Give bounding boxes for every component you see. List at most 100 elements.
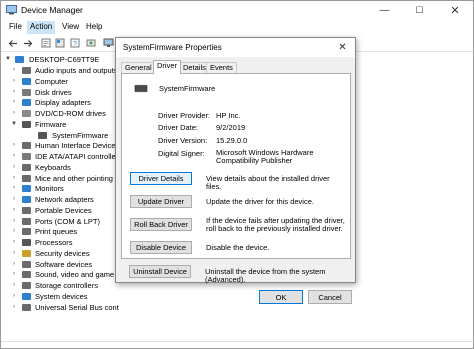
chevron-right-icon[interactable]: ›: [10, 249, 18, 258]
tree-item[interactable]: › Software devices: [1, 260, 131, 269]
tree-item[interactable]: › Audio inputs and outputs: [1, 66, 131, 75]
display-icon: [22, 99, 31, 107]
back-arrow-icon[interactable]: [6, 37, 19, 49]
chevron-right-icon[interactable]: ›: [10, 184, 18, 193]
chevron-right-icon[interactable]: ›: [10, 206, 18, 215]
chevron-right-icon[interactable]: ›: [10, 66, 18, 75]
help-icon[interactable]: ?: [68, 37, 81, 49]
chevron-right-icon[interactable]: ›: [10, 303, 18, 312]
tree-item[interactable]: › Display adapters: [1, 98, 131, 107]
chevron-right-icon[interactable]: ›: [10, 270, 18, 279]
chevron-right-icon[interactable]: ›: [10, 109, 18, 118]
forward-arrow-icon[interactable]: [21, 37, 34, 49]
tree-item[interactable]: › Print queues: [1, 227, 131, 236]
chevron-right-icon[interactable]: ›: [10, 77, 18, 86]
chevron-right-icon[interactable]: ›: [10, 152, 18, 161]
chevron-right-icon[interactable]: ›: [10, 292, 18, 301]
roll-back-driver-button[interactable]: Roll Back Driver: [130, 218, 192, 231]
firmware-icon: [22, 120, 31, 128]
printer-icon: [22, 228, 31, 236]
window-title: Device Manager: [21, 5, 83, 15]
properties-dialog: SystemFirmware Properties ✕ General Driv…: [115, 37, 356, 304]
tree-item[interactable]: › IDE ATA/ATAPI controller: [1, 152, 131, 161]
digital-signer-value: Microsoft Windows Hardware Compatibility…: [216, 148, 314, 165]
tree-item[interactable]: › Storage controllers: [1, 281, 131, 290]
update-driver-icon[interactable]: [84, 37, 97, 49]
tab-driver[interactable]: Driver: [153, 60, 181, 74]
driver-provider-label: Driver Provider:: [158, 111, 211, 120]
tree-item-label: SystemFirmware: [52, 130, 109, 140]
system-icon: [22, 292, 31, 300]
chevron-down-icon[interactable]: ▼: [4, 55, 12, 64]
tree-item[interactable]: › Processors: [1, 238, 131, 247]
sound-icon: [22, 271, 31, 279]
chevron-right-icon[interactable]: ›: [10, 141, 18, 150]
chevron-right-icon[interactable]: ›: [10, 260, 18, 269]
driver-date-label: Driver Date:: [158, 123, 199, 132]
tree-item[interactable]: › Computer: [1, 77, 131, 86]
tab-general[interactable]: General: [121, 62, 156, 73]
portable-icon: [22, 206, 31, 214]
tree-item[interactable]: ▼ Firmware: [1, 120, 131, 129]
driver-tab-panel: SystemFirmware Driver Provider: HP Inc. …: [121, 73, 351, 259]
chevron-right-icon[interactable]: ›: [10, 217, 18, 226]
tree-item-label: Disk drives: [35, 87, 72, 97]
cancel-button[interactable]: Cancel: [308, 290, 352, 304]
tree-item[interactable]: › Human Interface Device: [1, 141, 131, 150]
device-name: SystemFirmware: [159, 84, 216, 93]
storage-icon: [22, 282, 31, 289]
chevron-right-icon[interactable]: ›: [10, 195, 18, 204]
tree-item-label: Mice and other pointing: [35, 173, 113, 183]
disable-device-button[interactable]: Disable Device: [130, 241, 192, 254]
chevron-right-icon[interactable]: ›: [10, 227, 18, 236]
disk-icon: [22, 88, 31, 96]
menu-help[interactable]: Help: [83, 21, 105, 34]
tree-item[interactable]: › System devices: [1, 292, 131, 301]
menu-action[interactable]: Action: [27, 21, 56, 34]
minimize-button[interactable]: —: [367, 1, 402, 20]
software-icon: [22, 260, 31, 268]
dialog-close-button[interactable]: ✕: [330, 38, 355, 57]
properties-icon[interactable]: [39, 37, 52, 49]
update-driver-button[interactable]: Update Driver: [130, 195, 192, 208]
tree-item-label: DVD/CD-ROM drives: [35, 109, 106, 118]
dvd-icon: [22, 110, 31, 117]
chevron-right-icon[interactable]: ›: [10, 163, 18, 172]
uninstall-device-button[interactable]: Uninstall Device: [129, 265, 191, 278]
tree-item[interactable]: SystemFirmware: [1, 131, 131, 140]
tree-item[interactable]: › Portable Devices: [1, 206, 131, 215]
tree-root-label: DESKTOP-C69TT9E: [29, 55, 100, 64]
tree-item[interactable]: › Mice and other pointing: [1, 174, 131, 183]
tree-item[interactable]: › Ports (COM & LPT): [1, 217, 131, 226]
tab-events[interactable]: Events: [206, 62, 237, 73]
tree-item[interactable]: › Security devices: [1, 249, 131, 258]
tree-item[interactable]: › Disk drives: [1, 88, 131, 97]
tree-item[interactable]: › DVD/CD-ROM drives: [1, 109, 131, 118]
device-manager-icon: [6, 5, 17, 15]
chevron-right-icon[interactable]: ›: [10, 88, 18, 97]
chevron-down-icon[interactable]: ▼: [10, 120, 18, 129]
tree-item[interactable]: › Network adapters: [1, 195, 131, 204]
close-button[interactable]: ✕: [437, 1, 473, 20]
disable-device-description: Disable the device.: [206, 243, 270, 252]
monitor-icon[interactable]: [102, 37, 115, 49]
driver-details-button[interactable]: Driver Details: [130, 172, 192, 185]
maximize-button[interactable]: ☐: [402, 1, 437, 20]
ok-button[interactable]: OK: [259, 290, 303, 304]
chevron-right-icon[interactable]: ›: [10, 281, 18, 290]
monitor-icon: [22, 185, 31, 193]
tree-root[interactable]: ▼ DESKTOP-C69TT9E: [1, 55, 131, 64]
tree-item[interactable]: › Keyboards: [1, 163, 131, 172]
tree-item[interactable]: › Sound, video and game: [1, 270, 131, 279]
menu-file[interactable]: File: [6, 21, 25, 34]
menu-view[interactable]: View: [59, 21, 82, 34]
view-icon[interactable]: [53, 37, 66, 49]
driver-version-value: 15.29.0.0: [216, 136, 248, 145]
chevron-right-icon[interactable]: ›: [10, 238, 18, 247]
tree-item[interactable]: › Monitors: [1, 184, 131, 193]
tree-item[interactable]: › Universal Serial Bus cont: [1, 303, 131, 312]
status-bar: [1, 341, 473, 349]
security-icon: [22, 249, 31, 257]
chevron-right-icon[interactable]: ›: [10, 174, 18, 183]
chevron-right-icon[interactable]: ›: [10, 98, 18, 107]
